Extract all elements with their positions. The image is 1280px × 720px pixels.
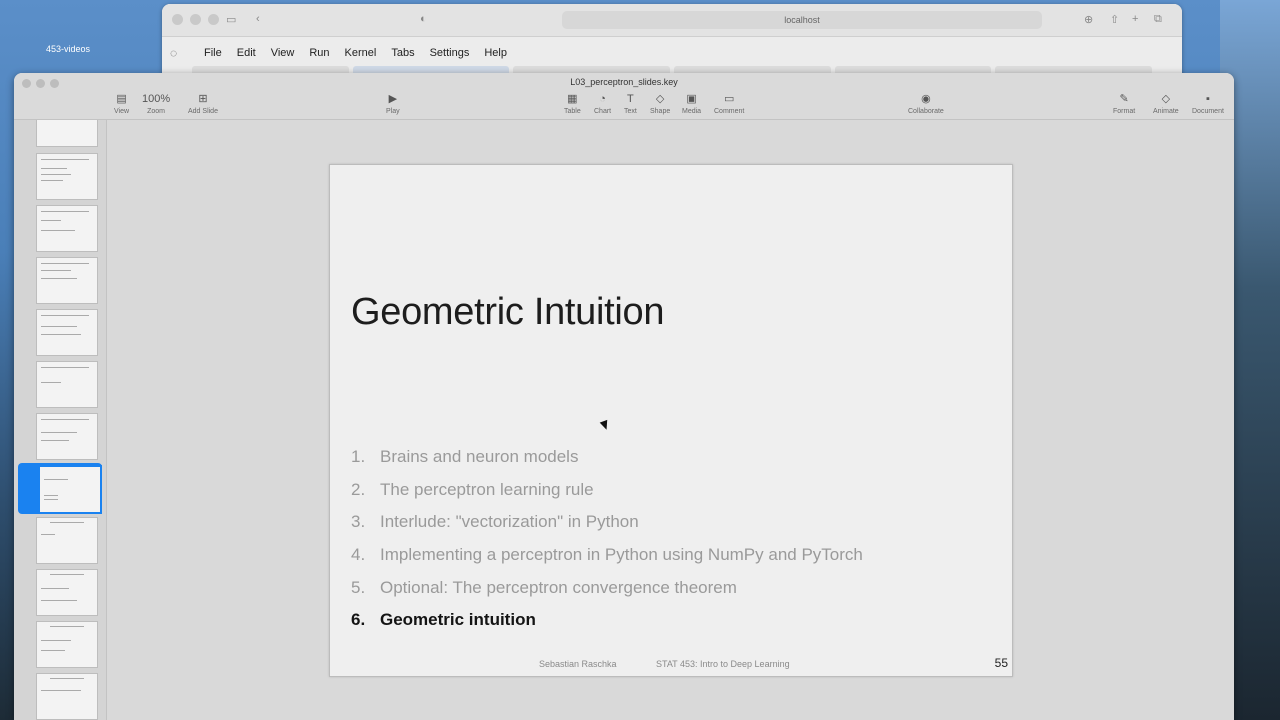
menu-run[interactable]: Run: [309, 47, 329, 59]
collaborate-icon: ◉: [921, 93, 931, 105]
view-button[interactable]: ▤ View: [114, 93, 129, 115]
document-button[interactable]: ▪ Document: [1192, 93, 1224, 115]
text-button[interactable]: T Text: [624, 93, 637, 115]
paintbrush-icon: ✎: [1119, 93, 1129, 105]
slide-thumbnail[interactable]: [14, 153, 106, 201]
comment-button[interactable]: ▭ Comment: [714, 93, 744, 115]
window-title: L03_perceptron_slides.key: [570, 77, 678, 87]
agenda-item: 1. Brains and neuron models: [351, 447, 579, 466]
view-icon: ▤: [116, 93, 127, 105]
current-slide[interactable]: Geometric Intuition 1. Brains and neuron …: [329, 164, 1013, 677]
slide-thumbnail[interactable]: [14, 309, 106, 357]
zoom-dropdown[interactable]: 100% Zoom: [142, 93, 170, 115]
shape-icon: ◇: [655, 93, 665, 105]
table-icon: ▦: [567, 93, 578, 105]
browser-window[interactable]: ▭ ‹ ◐ localhost ⊕ ⇧ + ⧉ ◌ File Edit View…: [162, 4, 1182, 84]
tab-overview-icon[interactable]: ⧉: [1154, 13, 1162, 26]
mouse-cursor-icon: [599, 419, 611, 432]
download-icon[interactable]: ⊕: [1084, 13, 1093, 26]
slide-thumbnail-selected[interactable]: [18, 463, 102, 514]
menu-file[interactable]: File: [204, 47, 222, 59]
slide-canvas[interactable]: Geometric Intuition 1. Brains and neuron …: [107, 120, 1234, 720]
comment-icon: ▭: [723, 93, 735, 105]
slide-thumbnail[interactable]: [14, 257, 106, 305]
shield-icon[interactable]: ◐: [420, 13, 427, 25]
slide-thumbnail[interactable]: [14, 361, 106, 409]
menu-kernel[interactable]: Kernel: [345, 47, 377, 59]
shape-button[interactable]: ◇ Shape: [650, 93, 670, 115]
diamond-icon: ◇: [1161, 93, 1171, 105]
menu-edit[interactable]: Edit: [237, 47, 256, 59]
keynote-toolbar: L03_perceptron_slides.key ▤ View 100% Zo…: [14, 73, 1234, 120]
chart-icon: ◔: [599, 93, 606, 105]
slide-title[interactable]: Geometric Intuition: [351, 291, 665, 334]
footer-course: STAT 453: Intro to Deep Learning: [656, 659, 790, 669]
window-controls[interactable]: [172, 14, 219, 25]
slide-thumbnail[interactable]: [14, 413, 106, 461]
menu-view[interactable]: View: [271, 47, 295, 59]
agenda-list[interactable]: 1. Brains and neuron models 2. The percept…: [351, 446, 863, 642]
play-icon: ▶: [388, 93, 398, 105]
slide-navigator[interactable]: [14, 120, 107, 720]
slide-thumbnail[interactable]: [14, 205, 106, 253]
media-icon: ▣: [686, 93, 697, 105]
sidebar-icon[interactable]: ▭: [226, 13, 236, 26]
document-icon: ▪: [1206, 93, 1210, 105]
agenda-item: 4. Implementing a perceptron in Python us…: [351, 545, 863, 565]
agenda-item-active: 6. Geometric intuition: [351, 610, 536, 630]
text-box-icon: T: [627, 93, 634, 105]
slide-thumbnail[interactable]: [14, 621, 106, 669]
collaborate-button[interactable]: ◉ Collaborate: [908, 93, 944, 115]
menu-settings[interactable]: Settings: [430, 47, 470, 59]
share-icon[interactable]: ⇧: [1110, 13, 1119, 26]
add-slide-icon: ⊞: [198, 93, 208, 105]
slide-thumbnail[interactable]: [14, 569, 106, 617]
address-bar[interactable]: localhost: [562, 11, 1042, 29]
agenda-item: 2. The perceptron learning rule: [351, 479, 594, 499]
format-button[interactable]: ✎ Format: [1113, 93, 1135, 115]
zoom-button[interactable]: [208, 14, 219, 25]
play-button[interactable]: ▶ Play: [386, 93, 400, 115]
footer-author: Sebastian Raschka: [539, 659, 617, 669]
desktop-folder-label[interactable]: 453-videos: [46, 44, 90, 54]
menu-help[interactable]: Help: [484, 47, 507, 59]
jupyter-menubar: ◌ File Edit View Run Kernel Tabs Setting…: [162, 40, 1182, 66]
new-tab-icon[interactable]: +: [1132, 13, 1138, 25]
agenda-item: 5. Optional: The perceptron convergence t…: [351, 577, 737, 597]
slide-thumbnail[interactable]: [14, 120, 106, 148]
back-arrow-icon[interactable]: ‹: [256, 13, 260, 25]
add-slide-button[interactable]: ⊞ Add Slide: [188, 93, 218, 115]
minimize-button[interactable]: [190, 14, 201, 25]
slide-thumbnail[interactable]: [14, 517, 106, 565]
browser-toolbar: ▭ ‹ ◐ localhost ⊕ ⇧ + ⧉: [162, 4, 1182, 37]
table-button[interactable]: ▦ Table: [564, 93, 581, 115]
close-button[interactable]: [172, 14, 183, 25]
media-button[interactable]: ▣ Media: [682, 93, 701, 115]
slide-page-number: 55: [994, 656, 1008, 670]
jupyter-logo-icon: ◌: [170, 46, 178, 60]
keynote-window[interactable]: L03_perceptron_slides.key ▤ View 100% Zo…: [14, 73, 1234, 720]
chart-button[interactable]: ◔ Chart: [594, 93, 611, 115]
agenda-item: 3. Interlude: "vectorization" in Python: [351, 512, 639, 532]
menu-tabs[interactable]: Tabs: [391, 47, 414, 59]
slide-thumbnail[interactable]: [14, 673, 106, 720]
animate-button[interactable]: ◇ Animate: [1153, 93, 1179, 115]
